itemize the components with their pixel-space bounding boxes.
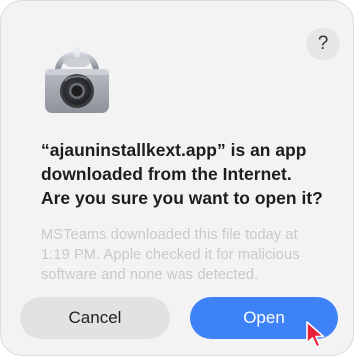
message-line: MSTeams downloaded this file today at — [41, 227, 298, 243]
open-button-label: Open — [243, 308, 285, 327]
help-label: ? — [317, 33, 329, 54]
message-line: 1:19 PM. Apple checked it for malicious — [41, 247, 300, 263]
help-button[interactable]: ? — [307, 28, 339, 60]
open-button[interactable]: Open — [190, 297, 338, 339]
dialog-title: “ajauninstallkext.app” is an app downloa… — [41, 138, 341, 210]
cancel-button-label: Cancel — [68, 308, 122, 327]
title-line: Are you sure you want to open it? — [41, 188, 323, 208]
title-line: “ajauninstallkext.app” is an app — [41, 140, 307, 160]
gatekeeper-dialog: ? “ajauninstallkext.app” is an app downl… — [0, 0, 354, 356]
dialog-message: MSTeams downloaded this file today at 1:… — [41, 225, 341, 285]
message-line: software and none was detected. — [41, 267, 259, 283]
cancel-button[interactable]: Cancel — [20, 297, 170, 339]
title-line: downloaded from the Internet. — [41, 164, 292, 184]
gatekeeper-lock-icon — [45, 47, 109, 113]
